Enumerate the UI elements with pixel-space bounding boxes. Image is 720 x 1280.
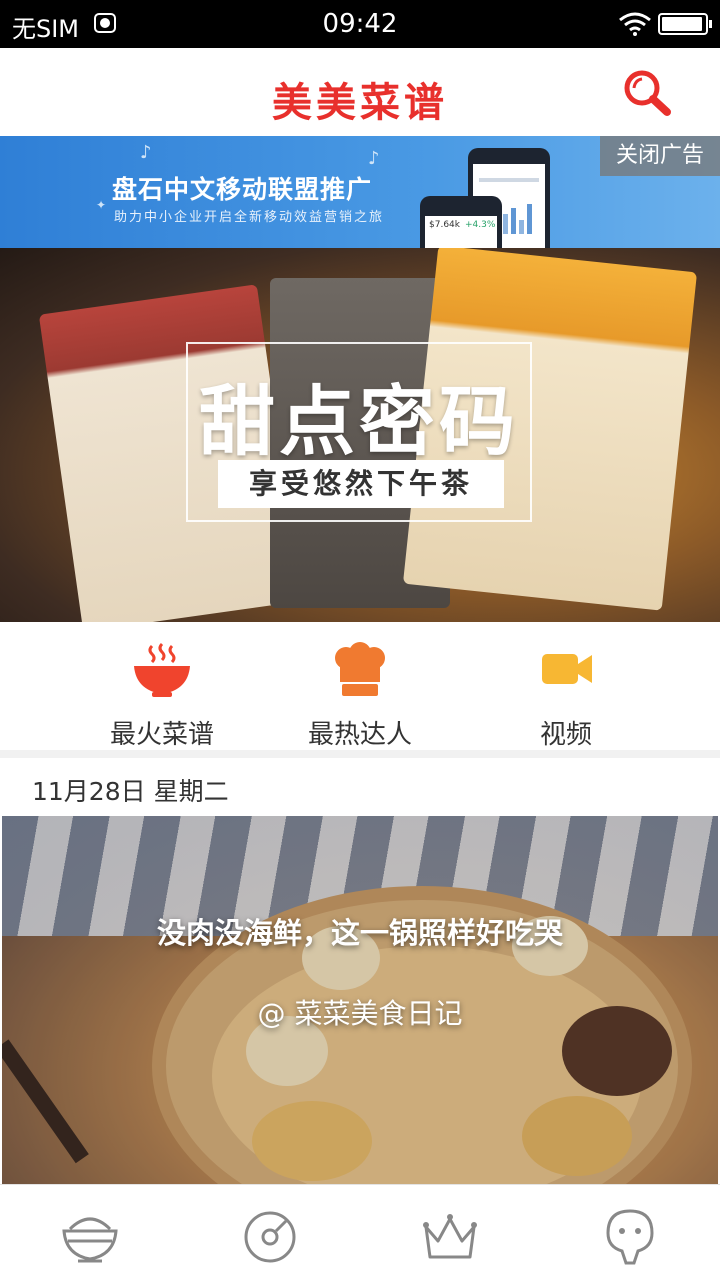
hero-title: 甜点密码 xyxy=(199,377,519,466)
app-title: 美美菜谱 xyxy=(272,79,448,126)
chef-hat-icon xyxy=(335,642,385,696)
battery-icon xyxy=(658,13,712,35)
rice-bowl-icon[interactable] xyxy=(58,1207,122,1267)
video-camera-icon xyxy=(542,654,592,684)
wifi-icon xyxy=(619,12,651,36)
hero-banner[interactable]: 甜点密码 享受悠然下午茶 xyxy=(0,248,720,622)
bowl-icon xyxy=(134,642,190,697)
feed-date: 11月28日 星期二 xyxy=(32,777,229,806)
feature-title: 没肉没海鲜，这一锅照样好吃哭 xyxy=(156,916,563,950)
crown-icon[interactable] xyxy=(418,1207,482,1267)
ad-title: 盘石中文移动联盟推广 xyxy=(112,175,373,204)
ad-subtitle: 助力中小企业开启全新移动效益营销之旅 xyxy=(114,210,385,225)
category-video[interactable]: 视频 xyxy=(466,640,666,750)
close-ad-button[interactable]: 关闭广告 xyxy=(600,136,720,176)
compass-icon[interactable] xyxy=(238,1207,302,1267)
sparkle-icon: ✦ xyxy=(96,198,107,212)
app-header: 美美菜谱 xyxy=(0,48,720,136)
category-label: 最热达人 xyxy=(307,720,412,750)
bottom-nav xyxy=(0,1184,720,1280)
status-time: 09:42 xyxy=(322,9,398,39)
hero-subtitle: 享受悠然下午茶 xyxy=(218,460,504,508)
feature-author[interactable]: @ 菜菜美食日记 xyxy=(2,992,718,1032)
category-label: 最火菜谱 xyxy=(109,720,214,750)
category-label: 视频 xyxy=(539,720,592,750)
sparkle-icon: ♪ xyxy=(140,142,152,163)
category-hot-recipes[interactable]: 最火菜谱 xyxy=(62,640,262,750)
sparkle-icon: ♪ xyxy=(368,148,380,169)
section-divider xyxy=(0,750,720,758)
phone-stat: $7.64k xyxy=(429,220,460,230)
date-header: 11月28日 星期二 xyxy=(0,758,720,816)
ad-banner[interactable]: ♪ ♪ ✦ 盘石中文移动联盟推广 助力中小企业开启全新移动效益营销之旅 $7.6… xyxy=(0,136,720,248)
profile-icon[interactable] xyxy=(598,1207,662,1267)
category-top-chefs[interactable]: 最热达人 xyxy=(260,640,460,750)
featured-recipe-card[interactable]: 没肉没海鲜，这一锅照样好吃哭 @ 菜菜美食日记 xyxy=(2,816,718,1184)
phone-stat: +4.3% xyxy=(465,220,496,230)
status-bar: 无SIM 09:42 xyxy=(0,0,720,48)
category-row: 最火菜谱 最热达人 视频 xyxy=(0,622,720,750)
phone-image: $7.64k +4.3% xyxy=(420,196,502,248)
search-icon[interactable] xyxy=(620,68,676,118)
